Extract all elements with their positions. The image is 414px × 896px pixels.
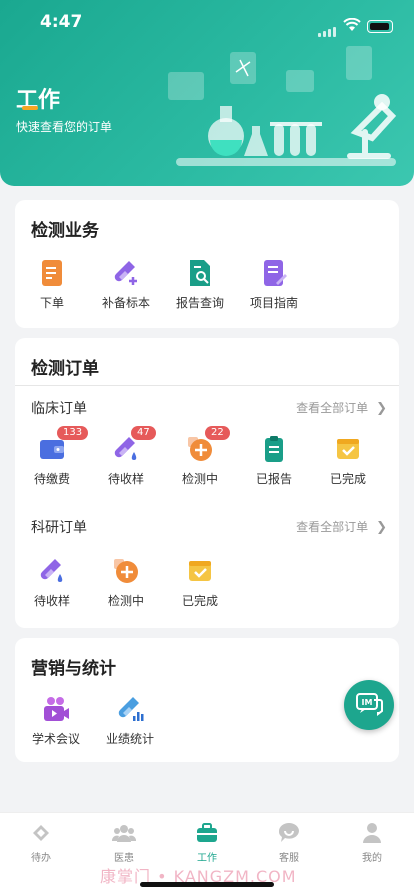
reported-button[interactable]: 已报告 [237,434,311,487]
supplement-sample-button[interactable]: 补备标本 [89,258,163,311]
check-box-icon [333,434,363,464]
report-search-icon [185,258,215,288]
todo-icon [29,821,53,845]
pending-sample-button[interactable]: 47 待收样 [89,426,163,487]
wifi-icon [343,18,361,31]
video-meeting-icon [41,694,71,724]
support-icon [277,821,301,845]
research-testing-button[interactable]: 检测中 [89,556,163,609]
testing-badge: 22 [205,426,230,440]
people-icon [111,821,137,845]
wallet-icon: 133 [37,426,89,464]
research-completed-button[interactable]: 已完成 [163,556,237,609]
testing-button[interactable]: 22 检测中 [163,426,237,487]
test-tube-add-icon [111,258,141,288]
stats-tube-icon [115,694,145,724]
im-chat-button[interactable]: IM [344,680,394,730]
pending-payment-button[interactable]: 133 待缴费 [15,426,89,487]
tab-support-label: 客服 [279,853,299,864]
tab-support[interactable]: 客服 [248,821,330,864]
pending-payment-label: 待缴费 [33,472,70,486]
research-see-all-link[interactable]: 查看全部订单 ❯ [296,518,387,535]
clipboard-icon [259,434,289,464]
tab-patients-label: 医患 [114,853,134,864]
test-tube-drop-icon [37,556,67,586]
research-see-all-label: 查看全部订单 [296,520,369,534]
research-testing-label: 检测中 [107,594,144,608]
home-indicator[interactable] [140,882,274,887]
lab-illustration-icon [168,46,397,166]
research-completed-label: 已完成 [181,594,218,608]
tab-todo-label: 待办 [31,853,51,864]
marketing-title: 营销与统计 [31,659,116,679]
marketing-card: 营销与统计 学术会议 业绩统计 [15,638,399,762]
tab-work-label: 工作 [197,853,217,864]
im-label: IM [362,698,373,707]
briefcase-icon [195,821,219,845]
services-title: 检测业务 [31,221,99,241]
signal-icon [318,22,338,41]
status-time: 4:47 [40,12,83,32]
completed-label: 已完成 [329,472,366,486]
tab-todo[interactable]: 待办 [0,821,82,864]
report-query-button[interactable]: 报告查询 [163,258,237,311]
orders-card: 检测订单 临床订单 查看全部订单 ❯ 133 待缴费 47 待收样 22 检测中 … [15,338,399,628]
research-pending-sample-label: 待收样 [33,594,70,608]
tab-work[interactable]: 工作 [166,821,248,864]
plus-circle-icon: 22 [185,426,230,464]
tab-patients[interactable]: 医患 [83,821,165,864]
header-banner: 4:47 工作 快速查看您的订单 [0,0,414,186]
report-query-label: 报告查询 [175,296,224,310]
chevron-right-icon: ❯ [376,401,387,416]
completed-button[interactable]: 已完成 [311,434,385,487]
plus-circle-icon [111,556,141,586]
guide-doc-icon [259,258,289,288]
clinical-see-all-link[interactable]: 查看全部订单 ❯ [296,399,387,416]
test-tube-drop-icon: 47 [111,426,156,464]
performance-stats-label: 业绩统计 [105,732,154,746]
tab-mine[interactable]: 我的 [331,821,413,864]
battery-icon [367,20,393,33]
academic-meeting-button[interactable]: 学术会议 [19,694,93,747]
clinical-orders-title: 临床订单 [31,401,87,417]
page-subtitle: 快速查看您的订单 [16,120,113,134]
services-card: 检测业务 下单 补备标本 报告查询 项目指南 [15,200,399,328]
project-guide-label: 项目指南 [249,296,298,310]
testing-label: 检测中 [181,472,218,486]
order-button[interactable]: 下单 [15,258,89,311]
project-guide-button[interactable]: 项目指南 [237,258,311,311]
orders-title: 检测订单 [31,359,99,379]
academic-meeting-label: 学术会议 [31,732,80,746]
research-pending-sample-button[interactable]: 待收样 [15,556,89,609]
research-orders-title: 科研订单 [31,520,87,536]
order-doc-icon [37,258,67,288]
orders-divider [15,385,399,386]
chat-bubble-icon: IM [356,693,383,716]
performance-stats-button[interactable]: 业绩统计 [93,694,167,747]
user-icon [360,821,384,845]
chevron-right-icon: ❯ [376,520,387,535]
reported-label: 已报告 [255,472,292,486]
supplement-sample-label: 补备标本 [101,296,150,310]
pending-sample-label: 待收样 [107,472,144,486]
tab-mine-label: 我的 [362,853,382,864]
pending-sample-badge: 47 [131,426,156,440]
clinical-see-all-label: 查看全部订单 [296,401,369,415]
order-label: 下单 [39,296,64,310]
status-bar: 4:47 [0,12,414,37]
title-underline [22,106,38,110]
check-box-icon [185,556,215,586]
pending-payment-badge: 133 [57,426,89,440]
